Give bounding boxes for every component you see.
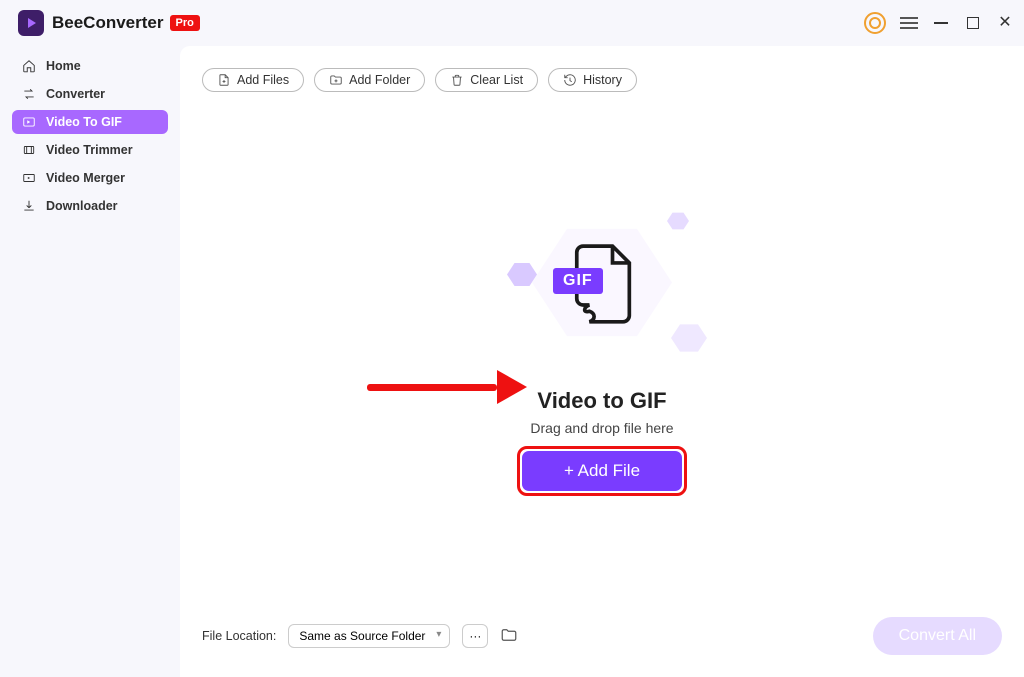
toolbar: Add Files Add Folder Clear List History [202,68,1002,92]
add-files-button[interactable]: Add Files [202,68,304,92]
sidebar-item-label: Video Trimmer [46,143,133,157]
sidebar-item-video-trimmer[interactable]: Video Trimmer [12,138,168,162]
sidebar-item-label: Video Merger [46,171,125,185]
file-location-more-button[interactable]: ··· [462,624,488,648]
add-folder-button[interactable]: Add Folder [314,68,425,92]
sidebar: Home Converter Video To GIF Video Trimme… [0,46,180,677]
app-window: BeeConverter Pro ✕ Home Converter Video … [0,0,1024,677]
add-file-button[interactable]: + Add File [522,451,682,491]
converter-icon [22,87,36,101]
footer-bar: File Location: Same as Source Folder ···… [202,605,1002,655]
gif-icon [22,115,36,129]
file-location-label: File Location: [202,629,276,643]
titlebar: BeeConverter Pro ✕ [0,0,1024,46]
sidebar-item-label: Home [46,59,81,73]
close-button[interactable]: ✕ [996,14,1014,32]
main-panel: Add Files Add Folder Clear List History [180,46,1024,677]
annotation-arrow [367,370,527,404]
history-icon [563,73,577,87]
maximize-button[interactable] [964,14,982,32]
folder-add-icon [329,73,343,87]
drop-zone[interactable]: GIF Video to GIF Drag and drop file here… [202,92,1002,605]
sidebar-item-downloader[interactable]: Downloader [12,194,168,218]
open-folder-icon[interactable] [500,626,520,646]
sidebar-item-label: Video To GIF [46,115,122,129]
merge-icon [22,171,36,185]
user-account-icon[interactable] [864,12,886,34]
gif-illustration: GIF [497,202,707,372]
drop-title: Video to GIF [537,388,666,414]
app-logo-icon [18,10,44,36]
home-icon [22,59,36,73]
convert-all-button[interactable]: Convert All [873,617,1002,655]
minimize-button[interactable] [932,14,950,32]
gif-badge: GIF [553,268,603,294]
trash-icon [450,73,464,87]
file-add-icon [217,73,231,87]
download-icon [22,199,36,213]
drop-subtitle: Drag and drop file here [530,420,673,436]
trim-icon [22,143,36,157]
clear-list-button[interactable]: Clear List [435,68,538,92]
sidebar-item-label: Converter [46,87,105,101]
sidebar-item-label: Downloader [46,199,118,213]
add-file-highlight: + Add File [517,446,687,496]
brand-name: BeeConverter [52,13,164,33]
history-button[interactable]: History [548,68,637,92]
sidebar-item-converter[interactable]: Converter [12,82,168,106]
sidebar-item-home[interactable]: Home [12,54,168,78]
sidebar-item-video-to-gif[interactable]: Video To GIF [12,110,168,134]
pro-badge: Pro [170,15,200,31]
file-location-select[interactable]: Same as Source Folder [288,624,450,648]
menu-icon[interactable] [900,14,918,32]
sidebar-item-video-merger[interactable]: Video Merger [12,166,168,190]
